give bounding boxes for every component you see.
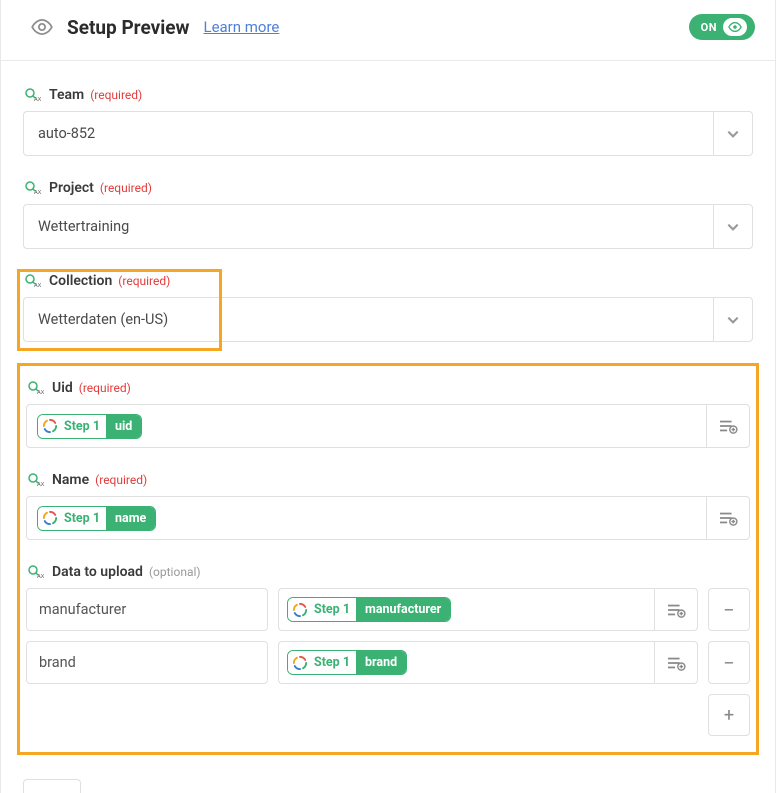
svg-text:AX: AX xyxy=(37,482,45,487)
data-upload-field: AX Data to upload (optional) manufacture… xyxy=(26,564,750,736)
preview-eye-icon xyxy=(31,19,53,35)
spinner-icon xyxy=(288,651,312,674)
page-title: Setup Preview xyxy=(67,16,189,39)
required-badge: (required) xyxy=(118,274,170,288)
name-label: Name xyxy=(52,472,89,488)
chevron-down-icon xyxy=(726,220,740,234)
svg-text:AX: AX xyxy=(34,190,42,195)
chevron-down-icon xyxy=(726,313,740,327)
list-add-icon xyxy=(666,655,686,671)
minus-icon: − xyxy=(723,651,734,675)
plus-icon: + xyxy=(724,705,734,726)
remove-row-button[interactable]: − xyxy=(708,588,750,631)
uid-field: AX Uid (required) Step 1 uid xyxy=(26,380,750,448)
toggle-knob-icon xyxy=(723,18,747,36)
qax-icon: AX xyxy=(25,274,43,288)
list-add-icon xyxy=(666,602,686,618)
remove-row-button[interactable]: − xyxy=(708,641,750,684)
spinner-icon xyxy=(38,415,62,438)
qax-icon: AX xyxy=(28,473,46,487)
chip-step: Step 1 xyxy=(312,598,356,621)
chip-attr: name xyxy=(106,507,155,530)
learn-more-link[interactable]: Learn more xyxy=(203,18,279,36)
required-badge: (required) xyxy=(90,88,142,102)
upload-row: manufacturer Step 1 manufacturer xyxy=(26,588,750,631)
team-select-value[interactable]: auto-852 xyxy=(23,111,713,156)
svg-text:AX: AX xyxy=(34,283,42,288)
preview-toggle[interactable]: ON xyxy=(689,14,755,40)
add-row-button[interactable]: + xyxy=(708,694,750,736)
project-field: AX Project (required) Wettertraining xyxy=(23,180,753,249)
upload-key-input[interactable]: brand xyxy=(26,641,268,684)
spinner-icon xyxy=(38,507,62,530)
data-upload-label: Data to upload xyxy=(52,564,143,580)
chip-attr: manufacturer xyxy=(356,598,450,621)
required-badge: (required) xyxy=(100,181,152,195)
chip-step: Step 1 xyxy=(312,651,356,674)
header-bar: Setup Preview Learn more ON xyxy=(1,0,775,61)
optional-badge: (optional) xyxy=(149,565,201,579)
collection-field: AX Collection (required) Wetterdaten (en… xyxy=(23,273,753,342)
spinner-icon xyxy=(288,598,312,621)
svg-text:AX: AX xyxy=(34,97,42,102)
project-label: Project xyxy=(49,180,94,196)
name-picker-button[interactable] xyxy=(706,496,750,540)
upload-row: brand Step 1 brand xyxy=(26,641,750,684)
uid-input[interactable]: Step 1 uid xyxy=(26,404,706,448)
chip-step: Step 1 xyxy=(62,507,106,530)
chip-attr: brand xyxy=(356,651,406,674)
qax-icon: AX xyxy=(25,181,43,195)
name-input[interactable]: Step 1 name xyxy=(26,496,706,540)
chevron-down-icon xyxy=(726,127,740,141)
name-chip[interactable]: Step 1 name xyxy=(37,506,156,531)
list-add-icon xyxy=(718,418,738,434)
chip-attr: uid xyxy=(106,415,141,438)
manufacturer-chip[interactable]: Step 1 manufacturer xyxy=(287,597,451,622)
upload-picker-button[interactable] xyxy=(654,588,698,631)
uid-label: Uid xyxy=(52,380,73,396)
qax-icon: AX xyxy=(28,565,46,579)
toggle-label: ON xyxy=(701,21,717,34)
minus-icon: − xyxy=(723,598,734,622)
team-field: AX Team (required) auto-852 xyxy=(23,87,753,156)
svg-text:AX: AX xyxy=(37,390,45,395)
uid-chip[interactable]: Step 1 uid xyxy=(37,414,142,439)
qax-icon: AX xyxy=(25,88,43,102)
svg-text:AX: AX xyxy=(37,574,45,579)
required-badge: (required) xyxy=(79,381,131,395)
upload-picker-button[interactable] xyxy=(654,641,698,684)
brand-chip[interactable]: Step 1 brand xyxy=(287,650,407,675)
list-add-icon xyxy=(718,510,738,526)
collection-label: Collection xyxy=(49,273,112,289)
team-label: Team xyxy=(49,87,84,103)
team-select-caret[interactable] xyxy=(713,111,753,156)
chip-step: Step 1 xyxy=(62,415,106,438)
collection-select-value[interactable]: Wetterdaten (en-US) xyxy=(23,297,713,342)
upload-value-input[interactable]: Step 1 manufacturer xyxy=(278,588,654,631)
mapping-highlight-box: AX Uid (required) Step 1 uid xyxy=(17,363,759,755)
name-field: AX Name (required) Step 1 name xyxy=(26,472,750,540)
upload-key-input[interactable]: manufacturer xyxy=(26,588,268,631)
collection-select-caret[interactable] xyxy=(713,297,753,342)
required-badge: (required) xyxy=(95,473,147,487)
qax-icon: AX xyxy=(28,381,46,395)
bottom-tab-stub[interactable] xyxy=(23,779,81,793)
uid-picker-button[interactable] xyxy=(706,404,750,448)
project-select-value[interactable]: Wettertraining xyxy=(23,204,713,249)
project-select-caret[interactable] xyxy=(713,204,753,249)
upload-value-input[interactable]: Step 1 brand xyxy=(278,641,654,684)
